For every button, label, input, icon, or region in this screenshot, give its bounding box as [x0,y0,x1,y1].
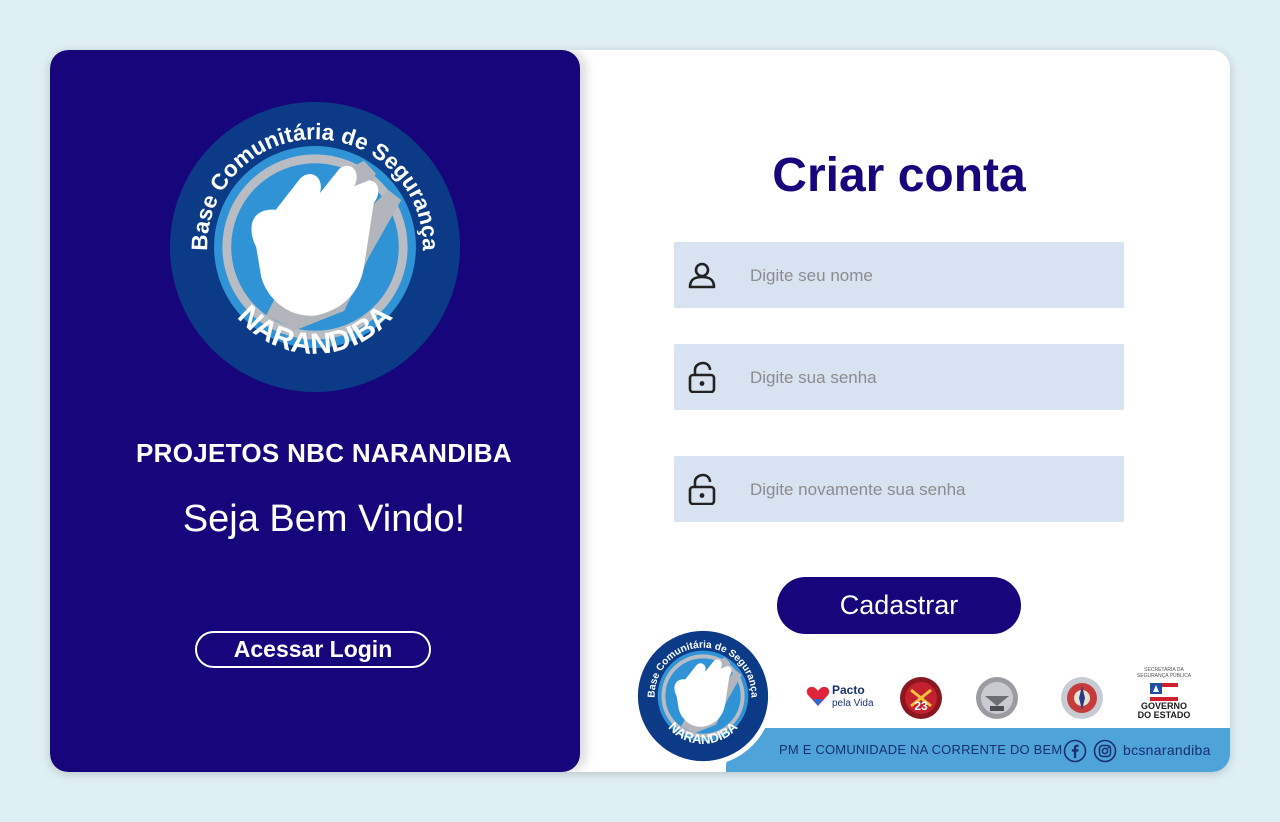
badge-23-text: 23 [914,699,928,713]
user-icon [688,262,716,289]
secretaria-label: SECRETARIA DA SEGURANÇA PÚBLICA [1136,667,1192,679]
social-handle: bcsnarandiba [1123,742,1211,758]
pacto-heart-icon [806,686,830,706]
welcome-heading: Seja Bem Vindo! [182,498,466,540]
confirm-password-input[interactable] [748,456,1112,524]
instagram-icon[interactable] [1093,739,1117,763]
bcs-narandiba-small-logo: Base Comunitária de Segurança NARANDIBA [637,630,769,762]
facebook-icon[interactable] [1063,739,1087,763]
welcome-panel: Base Comunitária de Segurança NARANDIBA … [50,50,580,772]
page-title: Criar conta [772,149,1026,202]
pacto-pela-vida-logo: Pacto pela Vida [832,683,874,709]
footer-slogan: PM E COMUNIDADE NA CORRENTE DO BEM [779,742,1063,757]
bcs-narandiba-logo: Base Comunitária de Segurança NARANDIBA [169,101,461,393]
pm-23-badge: 23 [900,677,942,719]
name-field[interactable] [674,242,1124,310]
name-input[interactable] [748,242,1112,310]
signup-card: Base Comunitária de Segurança NARANDIBA … [50,50,1230,772]
bahia-flag-icon [1150,683,1178,701]
unlock-icon [688,473,716,505]
unlock-icon [688,361,716,393]
register-button[interactable]: Cadastrar [777,577,1021,634]
password-input[interactable] [748,344,1112,412]
password-field[interactable] [674,344,1124,412]
policia-militar-badge [1061,677,1103,719]
confirm-password-field[interactable] [674,456,1124,524]
pmba-central-badge [976,677,1018,719]
governo-estado-logo: GOVERNO DO ESTADO [1137,701,1191,720]
brand-title: PROJETOS NBC NARANDIBA [136,438,512,468]
access-login-button[interactable]: Acessar Login [195,631,431,668]
footer-logo-wrapper: Base Comunitária de Segurança NARANDIBA [633,626,773,766]
